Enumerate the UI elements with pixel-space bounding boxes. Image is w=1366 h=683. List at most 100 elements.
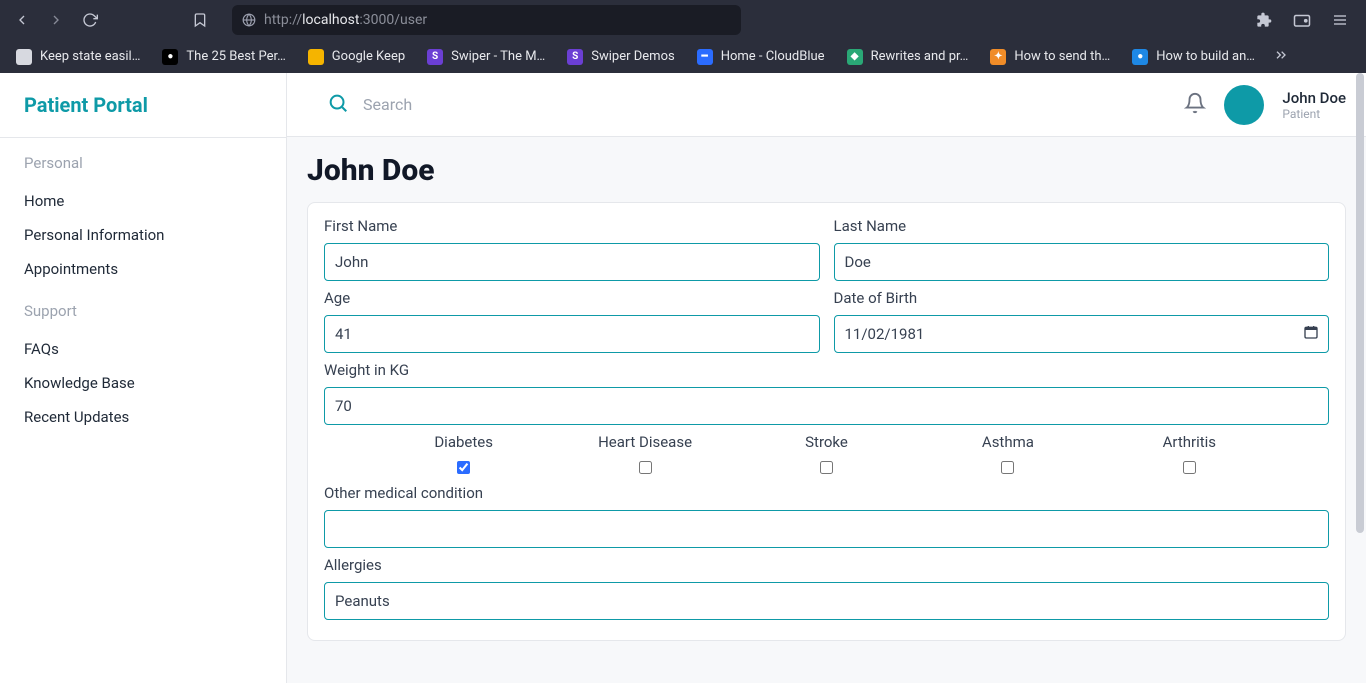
- bookmark-favicon: S: [567, 49, 583, 65]
- condition-stroke: Stroke: [747, 433, 906, 474]
- sidebar-section-label: Support: [24, 302, 262, 320]
- condition-label: Arthritis: [1163, 433, 1216, 451]
- input-weight[interactable]: [324, 387, 1329, 425]
- notifications-icon[interactable]: [1184, 92, 1206, 118]
- user-role: Patient: [1282, 107, 1346, 121]
- bookmark-favicon: ●: [162, 49, 178, 65]
- input-age[interactable]: [324, 315, 820, 353]
- globe-icon: [242, 13, 256, 27]
- back-button[interactable]: [8, 6, 36, 34]
- sidebar: Patient Portal Personal Home Personal In…: [0, 73, 287, 683]
- condition-diabetes: Diabetes: [384, 433, 543, 474]
- bookmark-item[interactable]: S Swiper - The M…: [419, 45, 553, 69]
- url-text: http://localhost:3000/user: [264, 12, 427, 28]
- search: [327, 92, 1184, 118]
- label-allergies: Allergies: [324, 556, 1329, 574]
- brand: Patient Portal: [24, 93, 262, 117]
- sidebar-item-personal-information[interactable]: Personal Information: [24, 218, 262, 252]
- field-weight: Weight in KG: [324, 361, 1329, 425]
- bookmark-item[interactable]: ━ Home - CloudBlue: [689, 45, 833, 69]
- checkbox-arthritis[interactable]: [1183, 461, 1196, 474]
- condition-asthma: Asthma: [928, 433, 1087, 474]
- label-first-name: First Name: [324, 217, 820, 235]
- search-icon: [327, 92, 349, 118]
- field-dob: Date of Birth: [834, 289, 1330, 353]
- browser-chrome: http://localhost:3000/user Keep state ea…: [0, 0, 1366, 73]
- app: Patient Portal Personal Home Personal In…: [0, 73, 1366, 683]
- bookmark-item[interactable]: Google Keep: [300, 45, 413, 69]
- input-other-condition[interactable]: [324, 510, 1329, 548]
- bookmark-label: Rewrites and pr…: [871, 49, 969, 64]
- input-first-name[interactable]: [324, 243, 820, 281]
- conditions-row: Diabetes Heart Disease Stroke Asthma: [324, 433, 1329, 474]
- label-dob: Date of Birth: [834, 289, 1330, 307]
- avatar[interactable]: [1224, 85, 1264, 125]
- user-meta: John Doe Patient: [1282, 89, 1346, 121]
- user-name: John Doe: [1282, 89, 1346, 107]
- search-input[interactable]: [363, 95, 566, 114]
- bookmark-item[interactable]: Keep state easil…: [8, 45, 148, 69]
- field-other-condition: Other medical condition: [324, 484, 1329, 548]
- reload-button[interactable]: [76, 6, 104, 34]
- condition-heart-disease: Heart Disease: [565, 433, 724, 474]
- bookmark-item[interactable]: ◆ Rewrites and pr…: [839, 45, 977, 69]
- sidebar-item-knowledge-base[interactable]: Knowledge Base: [24, 366, 262, 400]
- bookmark-item[interactable]: SSwiper Demos: [559, 45, 682, 69]
- bookmark-item[interactable]: ● How to build an…: [1124, 45, 1263, 69]
- checkbox-diabetes[interactable]: [457, 461, 470, 474]
- bookmark-favicon: ✦: [990, 49, 1006, 65]
- input-last-name[interactable]: [834, 243, 1330, 281]
- input-dob[interactable]: [834, 315, 1330, 353]
- extensions-icon[interactable]: [1250, 6, 1278, 34]
- bookmark-label: Keep state easil…: [40, 49, 140, 64]
- bookmark-favicon: ━: [697, 49, 713, 65]
- field-allergies: Allergies: [324, 556, 1329, 620]
- bookmark-label: Swiper - The M…: [451, 49, 545, 64]
- bookmark-favicon: [16, 49, 32, 65]
- sidebar-section-label: Personal: [24, 154, 262, 172]
- field-last-name: Last Name: [834, 217, 1330, 281]
- bookmark-label: Home - CloudBlue: [721, 49, 825, 64]
- bookmark-item[interactable]: ●The 25 Best Per…: [154, 45, 293, 69]
- checkbox-asthma[interactable]: [1001, 461, 1014, 474]
- bookmark-favicon: ◆: [847, 49, 863, 65]
- bookmark-favicon: ●: [1132, 49, 1148, 65]
- sidebar-item-recent-updates[interactable]: Recent Updates: [24, 400, 262, 434]
- condition-label: Heart Disease: [598, 433, 692, 451]
- input-allergies[interactable]: [324, 582, 1329, 620]
- bookmark-label: Google Keep: [332, 49, 405, 64]
- sidebar-item-appointments[interactable]: Appointments: [24, 252, 262, 286]
- field-age: Age: [324, 289, 820, 353]
- bookmarks-overflow-icon[interactable]: [1273, 47, 1289, 67]
- wallet-icon[interactable]: [1288, 6, 1316, 34]
- checkbox-stroke[interactable]: [820, 461, 833, 474]
- content: John Doe First Name Last Name Age: [287, 137, 1366, 683]
- url-bar[interactable]: http://localhost:3000/user: [232, 5, 741, 35]
- menu-icon[interactable]: [1326, 6, 1354, 34]
- bookmark-label: How to build an…: [1156, 49, 1255, 64]
- label-age: Age: [324, 289, 820, 307]
- condition-label: Diabetes: [434, 433, 493, 451]
- field-first-name: First Name: [324, 217, 820, 281]
- scrollbar-thumb[interactable]: [1356, 73, 1364, 533]
- bookmark-label: How to send th…: [1014, 49, 1110, 64]
- bookmark-favicon: S: [427, 49, 443, 65]
- sidebar-section-personal: Personal Home Personal Information Appoi…: [0, 138, 286, 286]
- bookmark-page-icon[interactable]: [186, 6, 214, 34]
- page-title: John Doe: [307, 153, 1346, 188]
- checkbox-heart-disease[interactable]: [639, 461, 652, 474]
- label-last-name: Last Name: [834, 217, 1330, 235]
- scrollbar[interactable]: [1356, 73, 1364, 683]
- condition-label: Asthma: [982, 433, 1034, 451]
- sidebar-item-faqs[interactable]: FAQs: [24, 332, 262, 366]
- chrome-toolbar: http://localhost:3000/user: [0, 0, 1366, 40]
- condition-label: Stroke: [805, 433, 848, 451]
- bookmarks-bar: Keep state easil… ●The 25 Best Per… Goog…: [0, 40, 1366, 73]
- forward-button[interactable]: [42, 6, 70, 34]
- topbar-right: John Doe Patient: [1184, 85, 1346, 125]
- sidebar-item-home[interactable]: Home: [24, 184, 262, 218]
- sidebar-section-support: Support FAQs Knowledge Base Recent Updat…: [0, 286, 286, 434]
- main: John Doe Patient John Doe First Name Las…: [287, 73, 1366, 683]
- sidebar-header: Patient Portal: [0, 73, 286, 138]
- bookmark-item[interactable]: ✦ How to send th…: [982, 45, 1118, 69]
